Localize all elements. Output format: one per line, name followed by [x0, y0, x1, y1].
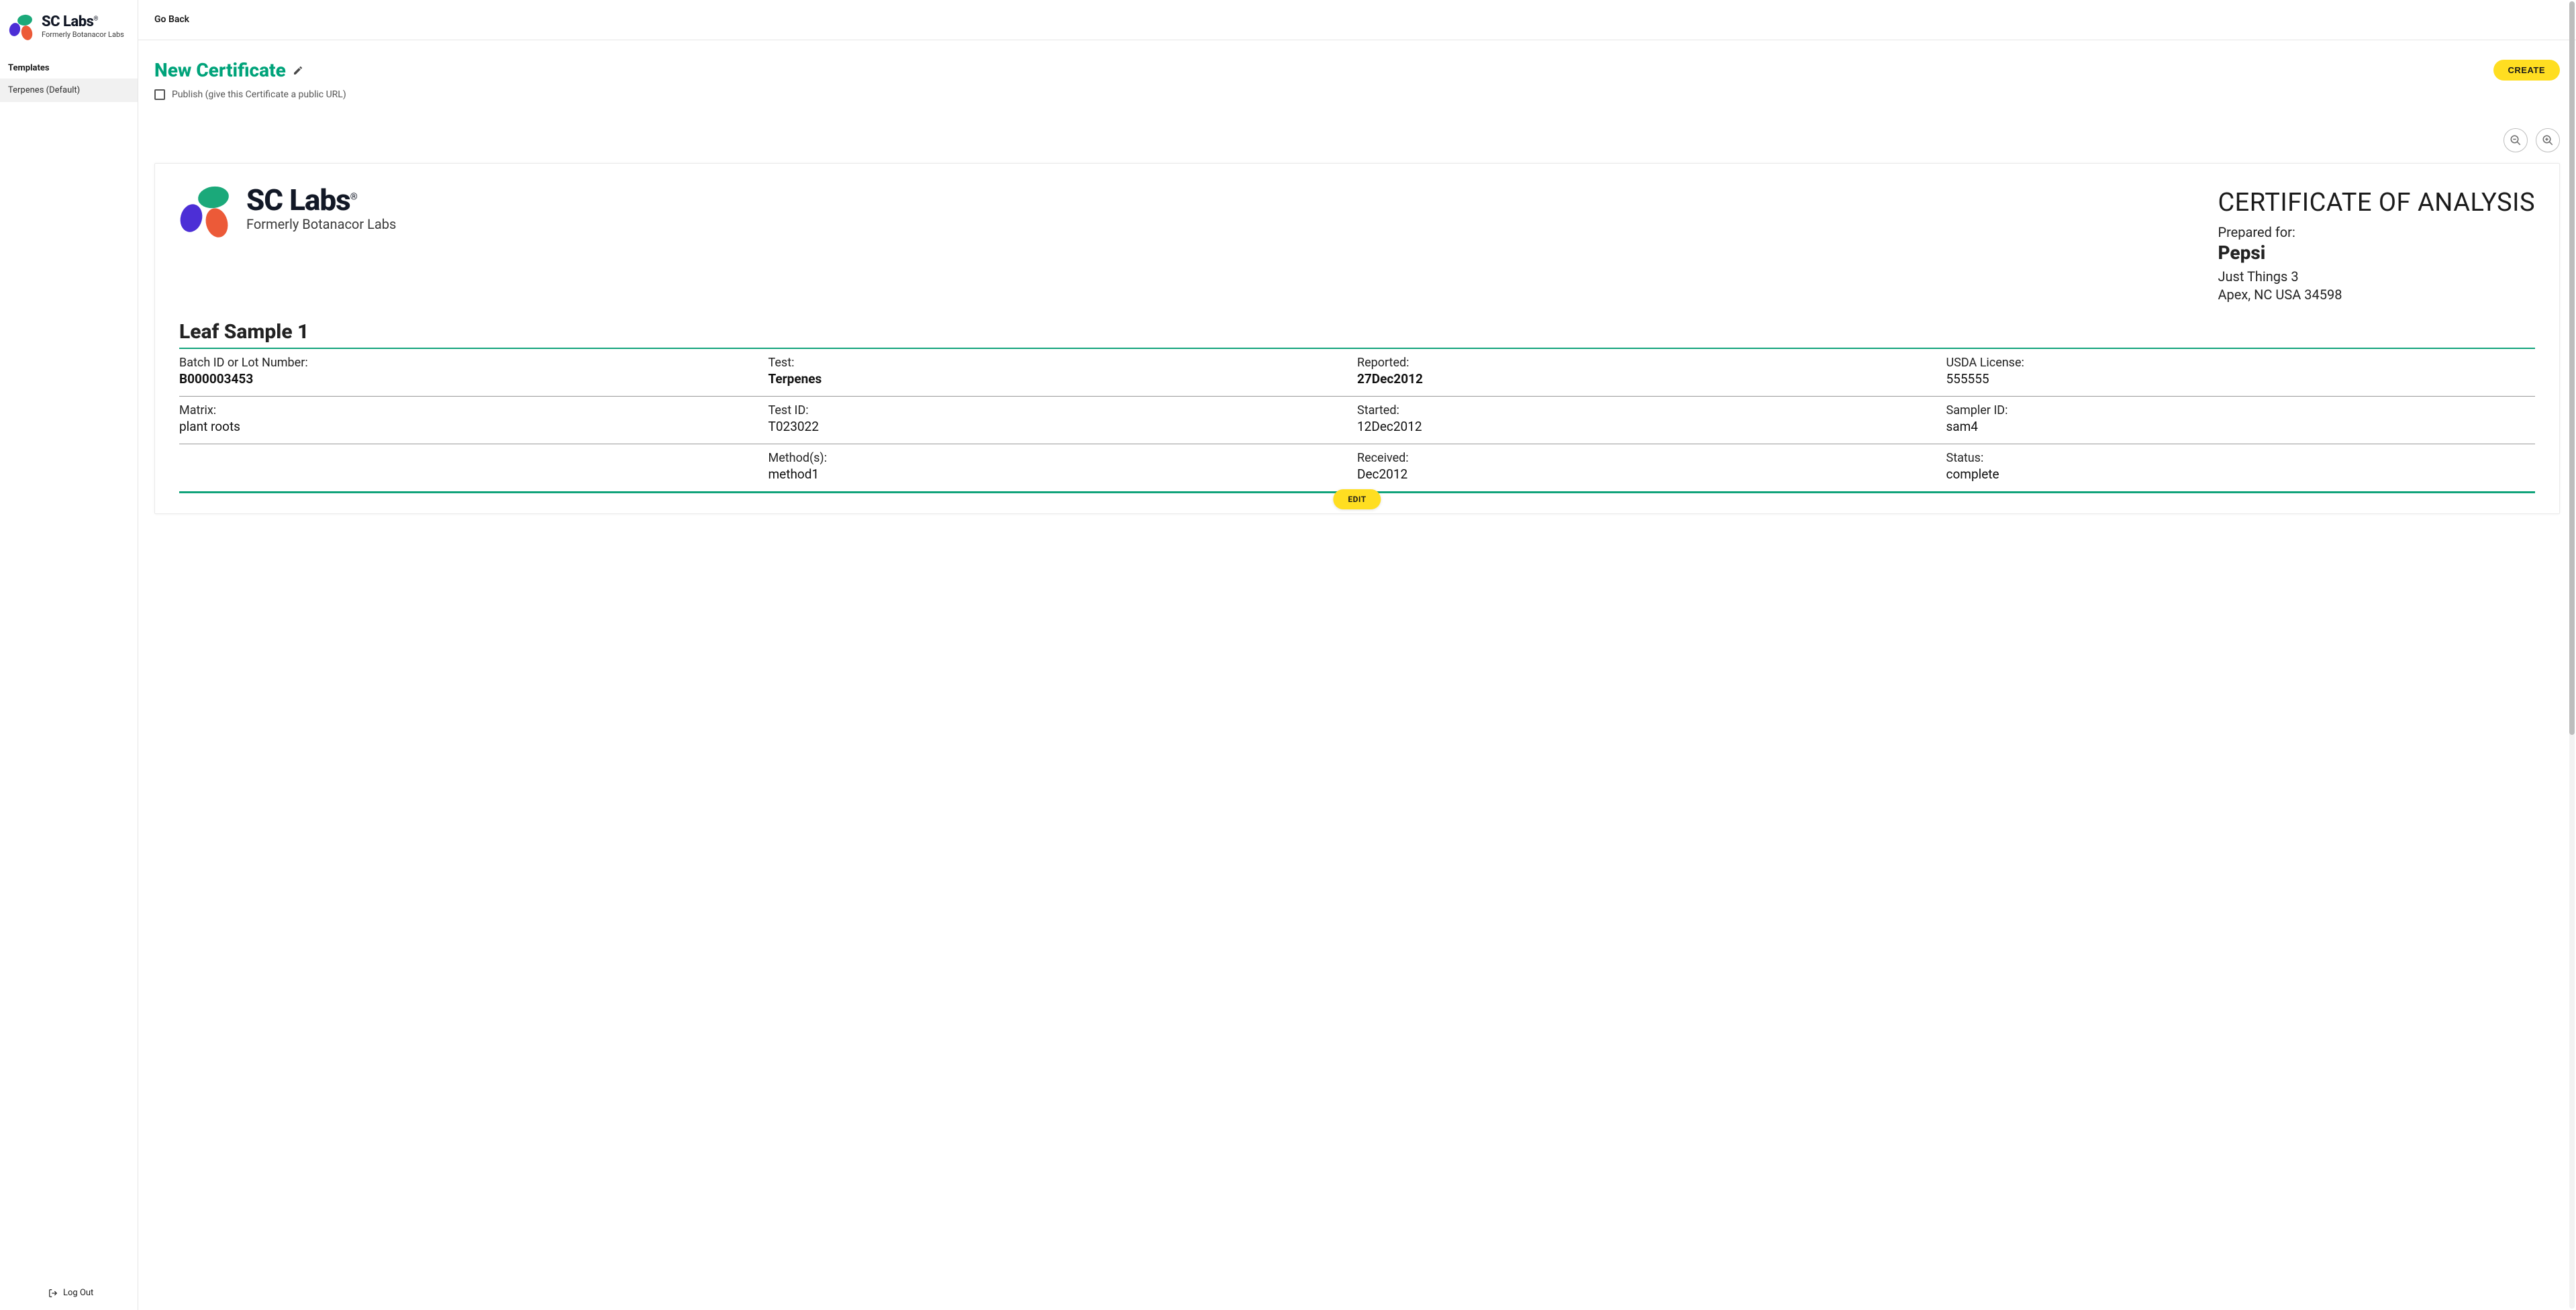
sidebar: SC Labs® Formerly Botanacor Labs Templat…: [0, 0, 138, 1310]
prepared-for-label: Prepared for:: [2218, 224, 2535, 240]
brand-logo: SC Labs® Formerly Botanacor Labs: [0, 0, 138, 52]
sidebar-item-terpenes[interactable]: Terpenes (Default): [0, 79, 138, 102]
create-button[interactable]: CREATE: [2493, 60, 2560, 81]
sidebar-section-title: Templates: [0, 52, 138, 79]
client-name: Pepsi: [2218, 242, 2535, 264]
logout-label: Log Out: [63, 1288, 93, 1298]
edit-title-icon[interactable]: [293, 65, 303, 76]
zoom-out-icon: [2510, 134, 2522, 146]
document-logo-icon: [179, 185, 236, 242]
certificate-document: SC Labs® Formerly Botanacor Labs CERTIFI…: [154, 163, 2560, 514]
info-table: Batch ID or Lot Number:B000003453 Test:T…: [179, 348, 2535, 493]
edit-button[interactable]: EDIT: [1333, 489, 1381, 509]
sidebar-item-label: Terpenes (Default): [8, 85, 80, 95]
table-row: Batch ID or Lot Number:B000003453 Test:T…: [179, 348, 2535, 397]
zoom-in-icon: [2542, 134, 2554, 146]
logout-icon: [48, 1289, 58, 1298]
table-row: Matrix:plant roots Test ID:T023022 Start…: [179, 397, 2535, 444]
logout-button[interactable]: Log Out: [0, 1278, 138, 1310]
topbar: Go Back: [138, 0, 2576, 40]
publish-checkbox[interactable]: [154, 89, 165, 100]
coa-title: CERTIFICATE OF ANALYSIS: [2218, 188, 2535, 217]
zoom-in-button[interactable]: [2536, 128, 2560, 152]
scrollbar-thumb[interactable]: [2569, 1, 2575, 735]
page-title: New Certificate: [154, 59, 286, 81]
brand-logo-icon: [8, 13, 38, 43]
document-brand-tagline: Formerly Botanacor Labs: [246, 216, 396, 232]
document-brand-name: SC Labs®: [246, 185, 396, 215]
go-back-link[interactable]: Go Back: [154, 14, 189, 25]
document-logo: SC Labs® Formerly Botanacor Labs: [179, 185, 396, 242]
zoom-out-button[interactable]: [2504, 128, 2528, 152]
publish-label: Publish (give this Certificate a public …: [172, 89, 346, 100]
main-content: Go Back New Certificate CREATE Publish (…: [138, 0, 2576, 1310]
table-row: Method(s):method1 Received:Dec2012 Statu…: [179, 444, 2535, 493]
brand-tagline: Formerly Botanacor Labs: [42, 30, 124, 39]
brand-name: SC Labs®: [42, 13, 124, 30]
client-address: Just Things 3 Apex, NC USA 34598: [2218, 268, 2535, 304]
sample-name: Leaf Sample 1: [179, 320, 2535, 344]
